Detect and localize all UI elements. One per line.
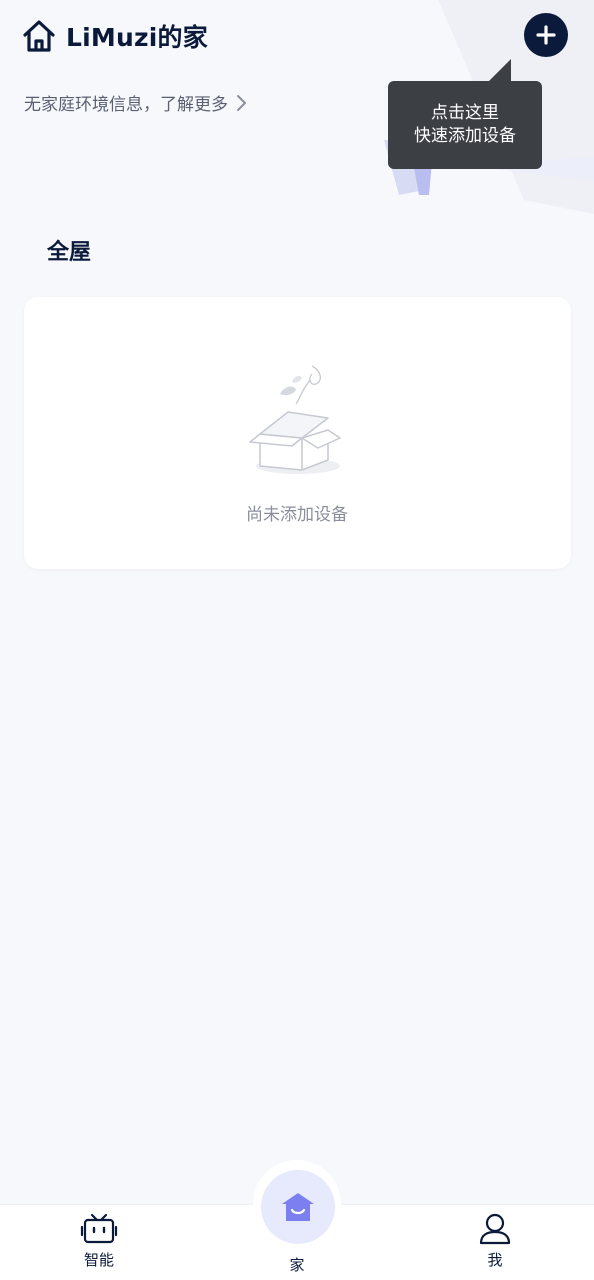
environment-info-link[interactable]: 无家庭环境信息，了解更多 <box>24 90 248 115</box>
home-icon <box>20 17 58 55</box>
nav-label-home: 家 <box>289 1256 305 1274</box>
empty-state-text: 尚未添加设备 <box>246 505 348 525</box>
chevron-right-icon <box>237 94 246 111</box>
add-device-tooltip[interactable]: 点击这里 快速添加设备 <box>388 81 542 169</box>
tooltip-line-2: 快速添加设备 <box>414 126 516 146</box>
room-section-title: 全屋 <box>47 240 92 265</box>
home-title[interactable]: LiMuzi的家 <box>66 18 208 54</box>
nav-item-smart[interactable]: 智能 <box>49 1213 149 1270</box>
app-screen: LiMuzi的家 点击这里 快速添加设备 无家庭环境信息，了解更多 全屋 尚未添… <box>0 0 594 1280</box>
add-device-button[interactable] <box>524 13 568 57</box>
home-header: LiMuzi的家 <box>20 14 208 58</box>
empty-box-icon <box>249 365 341 474</box>
nav-label-me: 我 <box>487 1251 503 1269</box>
plus-icon <box>536 25 556 45</box>
nav-label-smart: 智能 <box>83 1251 114 1269</box>
environment-info-text: 无家庭环境信息，了解更多 <box>24 95 228 115</box>
nav-item-me[interactable]: 我 <box>445 1213 545 1270</box>
nav-item-home[interactable] <box>261 1170 335 1244</box>
tooltip-line-1: 点击这里 <box>431 103 499 123</box>
tv-robot-icon <box>80 1213 118 1244</box>
person-icon <box>479 1213 511 1245</box>
tooltip-pointer <box>489 59 511 81</box>
home-smile-icon <box>282 1193 314 1221</box>
